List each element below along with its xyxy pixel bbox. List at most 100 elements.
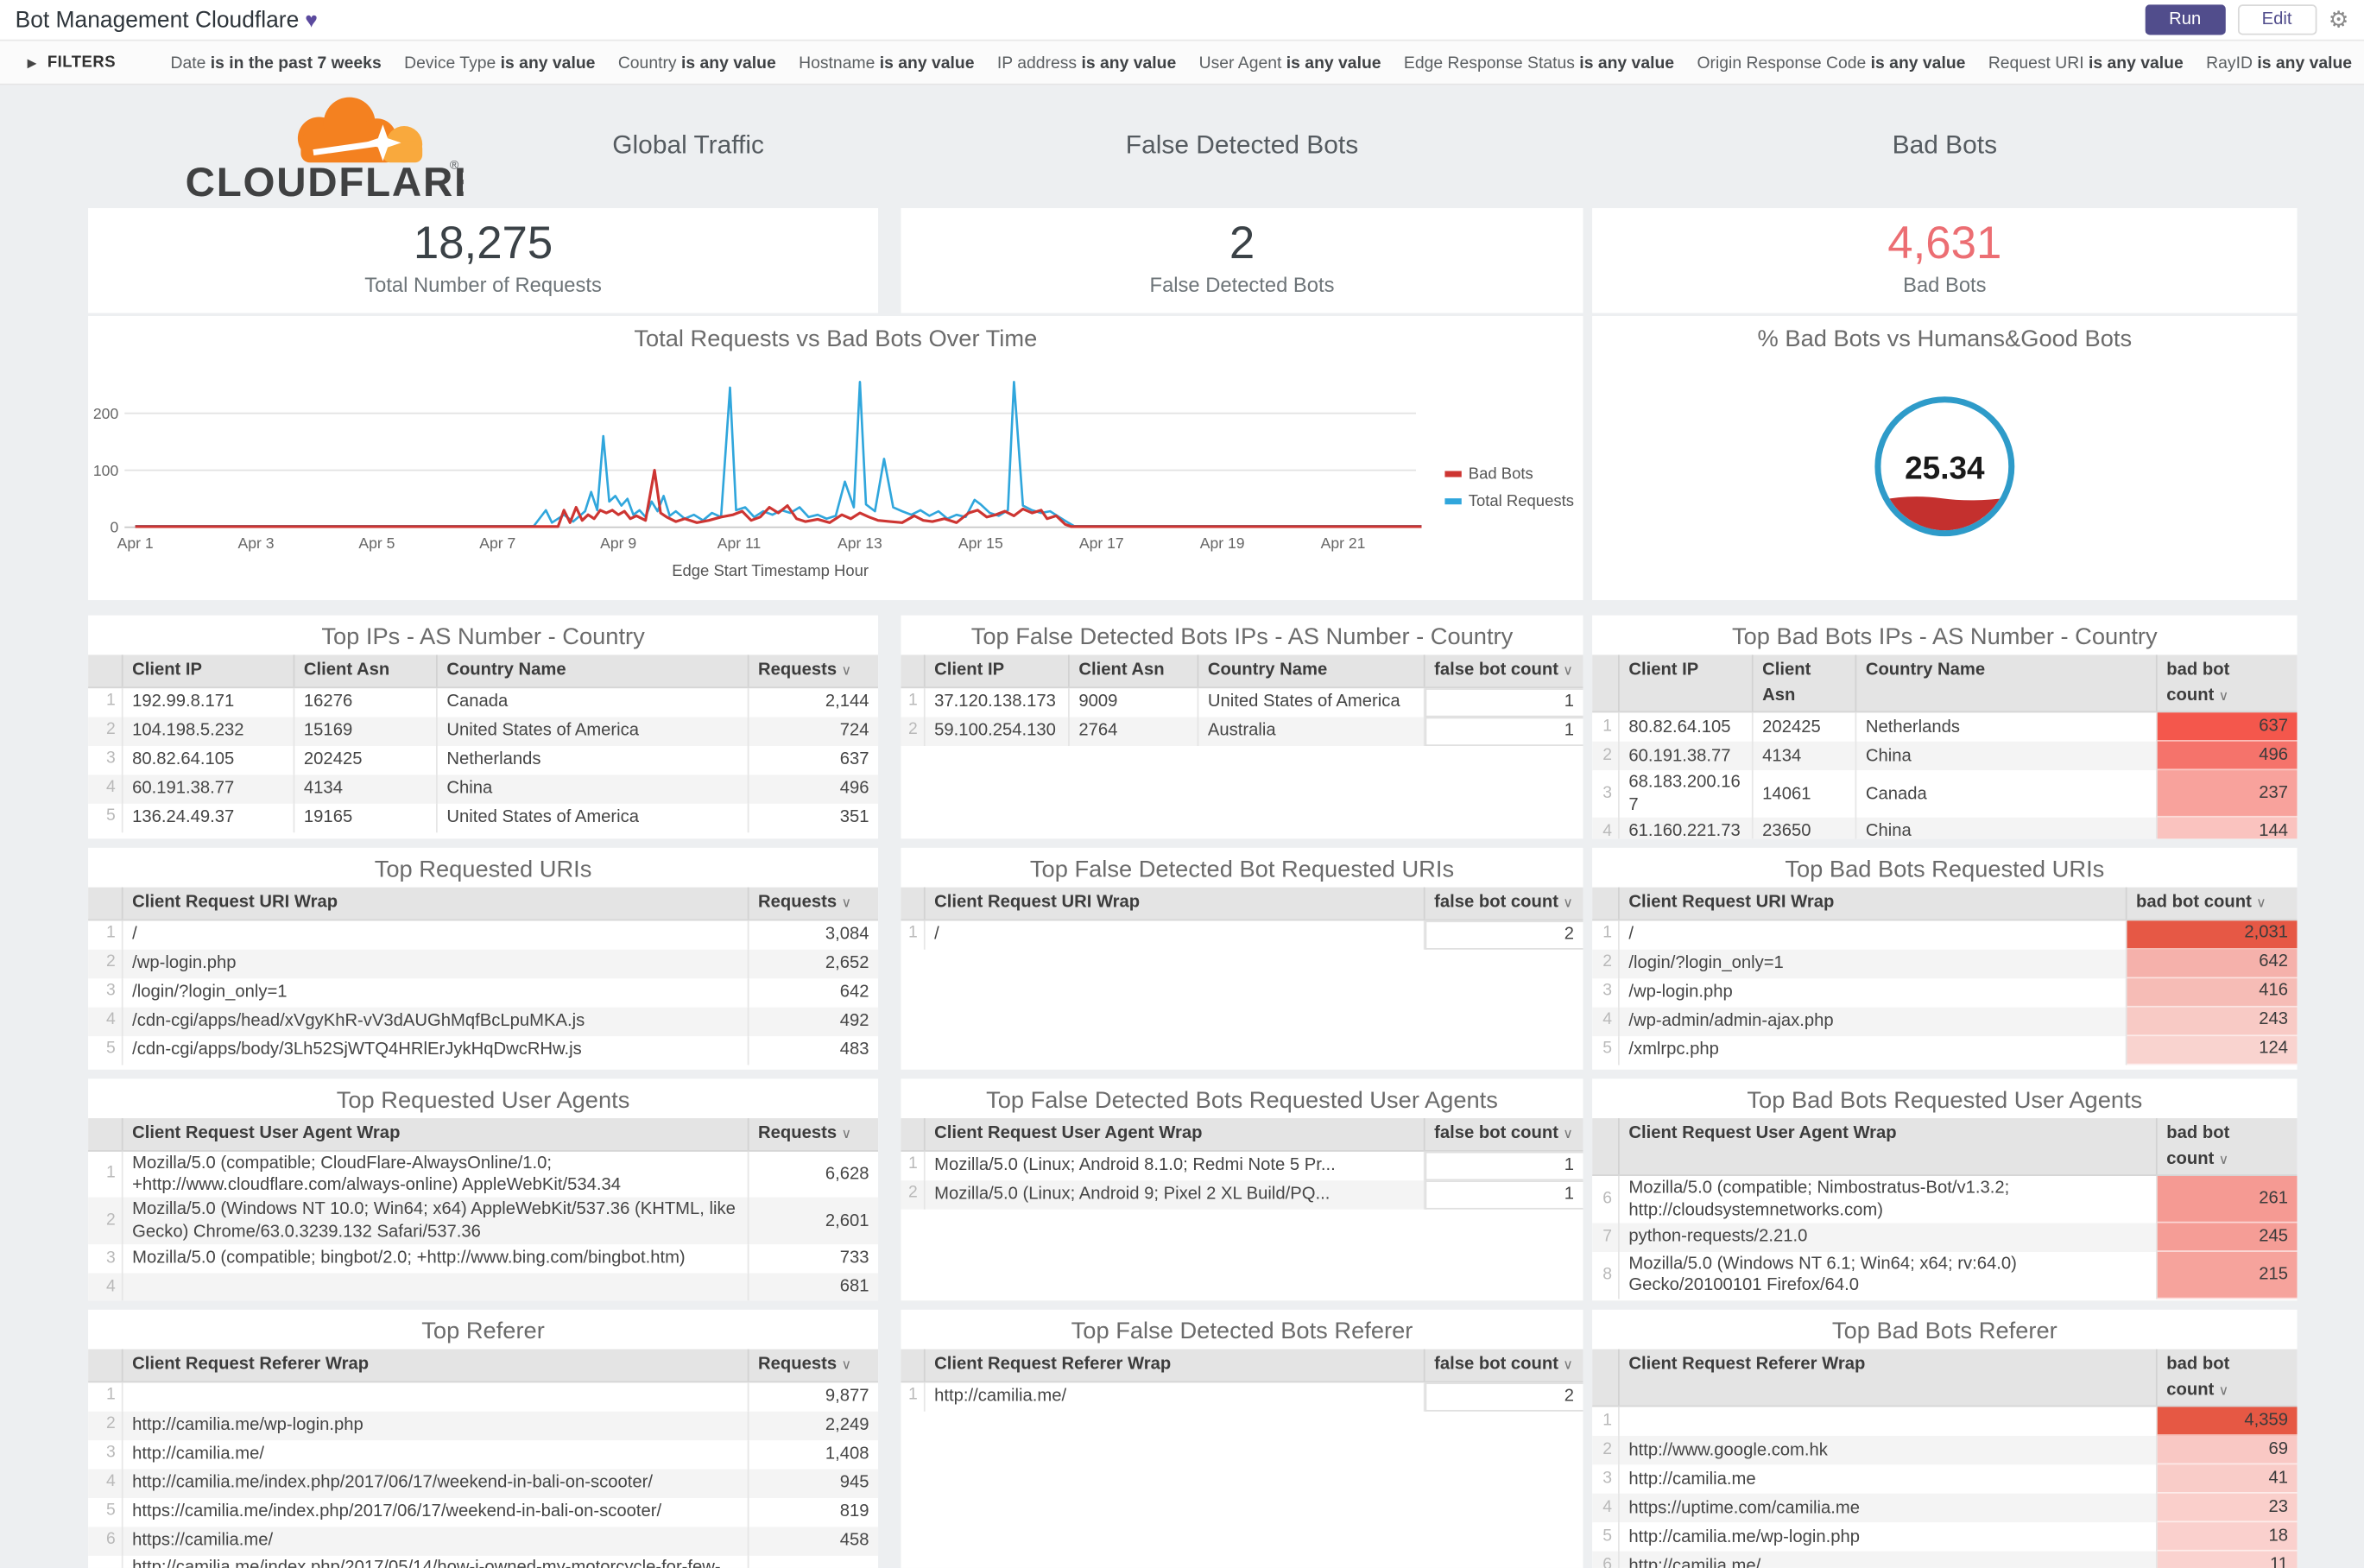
table-cell: http://camilia.me/wp-login.php <box>1620 1522 2158 1552</box>
table-row[interactable]: 3 80.82.64.105 202425 Netherlands 637 <box>88 745 878 775</box>
column-header[interactable]: Requests ∨ <box>749 1350 879 1381</box>
table-cell: 733 <box>839 1249 869 1268</box>
column-header[interactable]: Requests ∨ <box>749 1118 879 1149</box>
table-row[interactable]: 8 Mozilla/5.0 (Windows NT 6.1; Win64; x64… <box>1592 1252 2298 1299</box>
legend-item-bad-bots[interactable]: Bad Bots <box>1444 465 1574 484</box>
table-row[interactable]: 2 104.198.5.232 15169 United States of Amer… <box>88 716 879 746</box>
table-row[interactable]: 1 4,359 <box>1592 1407 2298 1437</box>
table-row[interactable]: 1/ 3,084 <box>88 920 878 950</box>
column-header[interactable]: bad bot count ∨ <box>2127 888 2297 919</box>
dashboard: Bot Management Cloudflare ♥ Run Edit ⚙ ▶… <box>0 0 2364 1568</box>
table-row[interactable]: 1 Mozilla/5.0 (Linux; Android 8.1.0; Redm… <box>901 1151 1583 1180</box>
table-row[interactable]: 6 http://camilia.me/11 <box>1592 1552 2298 1568</box>
table-row[interactable]: 3/wp-login.php 416 <box>1592 977 2298 1008</box>
filter-item[interactable]: Date is in the past 7 weeks <box>170 54 381 73</box>
table-row[interactable]: 4 http://camilia.me/index.php/2017/06/17/… <box>88 1468 879 1498</box>
table-row[interactable]: 7 python-requests/2.21.0 245 <box>1592 1223 2298 1253</box>
filter-item[interactable]: Device Type is any value <box>404 54 595 73</box>
table-row[interactable]: 1 http://camilia.me/2 <box>901 1381 1583 1412</box>
table-row[interactable]: 3 http://camilia.me/1,408 <box>88 1439 878 1469</box>
column-header[interactable]: Country Name <box>1198 654 1425 686</box>
table-row[interactable]: 5 136.24.49.37 19165 United States of Ameri… <box>88 803 878 832</box>
column-header[interactable]: Client Request User Agent Wrap <box>123 1118 749 1150</box>
column-header[interactable]: bad bot count ∨ <box>2158 1350 2298 1407</box>
table-row[interactable]: 5 https://camilia.me/index.php/2017/06/17… <box>88 1497 878 1527</box>
run-button[interactable]: Run <box>2144 4 2226 35</box>
column-header[interactable]: bad bot count ∨ <box>2158 1118 2298 1175</box>
table-row[interactable]: 2 Mozilla/5.0 (Windows NT 10.0; Win64; x6… <box>88 1198 879 1245</box>
table-header-row: Client IP Client Asn Country Name false bot… <box>901 654 1583 688</box>
table-row[interactable]: 4 681 <box>88 1273 879 1301</box>
column-header[interactable]: Client Request Referer Wrap <box>926 1349 1425 1381</box>
table-row[interactable]: 6 Mozilla/5.0 (compatible; Nimbostratus-B… <box>1592 1176 2298 1223</box>
table-row[interactable]: 1 80.82.64.105 202425 Netherlands 637 <box>1592 712 2298 743</box>
table-row[interactable]: 5/xmlrpc.php 124 <box>1592 1035 2298 1065</box>
column-header[interactable]: Client IP <box>123 654 295 686</box>
table-row[interactable]: 3 http://camilia.me 41 <box>1592 1464 2298 1495</box>
column-header[interactable]: Client Asn <box>1070 654 1199 686</box>
legend-item-total-requests[interactable]: Total Requests <box>1444 492 1574 510</box>
filter-item[interactable]: User Agent is any value <box>1199 54 1381 73</box>
column-header[interactable]: Country Name <box>438 654 749 686</box>
column-header[interactable]: false bot count ∨ <box>1425 654 1583 686</box>
column-header[interactable]: Requests ∨ <box>749 654 879 686</box>
timeseries-svg[interactable]: 0 100 200 Apr 1 Apr 3 Apr 5 Apr 7 Apr 9 Apr 11 Ap… <box>88 354 1583 597</box>
filter-item[interactable]: IP address is any value <box>997 54 1176 73</box>
column-header[interactable]: Client Request URI Wrap <box>926 887 1425 920</box>
table-row[interactable]: 2 Mozilla/5.0 (Linux; Android 9; Pixel 2 … <box>901 1179 1583 1210</box>
column-header[interactable]: Client Request Referer Wrap <box>1620 1349 2158 1407</box>
column-header[interactable]: false bot count ∨ <box>1425 1118 1583 1149</box>
column-header[interactable]: Client Request User Agent Wrap <box>1620 1118 2158 1175</box>
table-row[interactable]: 3 Mozilla/5.0 (compatible; bingbot/2.0; +… <box>88 1244 878 1274</box>
filter-item[interactable]: Request URI is any value <box>1988 54 2184 73</box>
column-header[interactable]: false bot count ∨ <box>1425 1350 1583 1381</box>
filter-item[interactable]: Edge Response Status is any value <box>1404 54 1674 73</box>
table-row[interactable]: 3/login/?login_only=1 642 <box>88 977 878 1008</box>
gear-icon[interactable]: ⚙ <box>2329 9 2349 31</box>
column-header[interactable]: false bot count ∨ <box>1425 888 1583 919</box>
table-row[interactable]: 4 61.160.221.73 23650 China 144 <box>1592 817 2298 839</box>
filters-label[interactable]: FILTERS <box>47 54 116 72</box>
column-header[interactable]: Client IP <box>1620 654 1754 712</box>
edit-button[interactable]: Edit <box>2237 4 2317 35</box>
table-row[interactable]: 2 59.100.254.130 2764 Australia 1 <box>901 716 1583 746</box>
column-header[interactable]: Requests ∨ <box>749 888 879 919</box>
table-row[interactable]: 1 192.99.8.171 16276 Canada 2,144 <box>88 687 878 717</box>
column-header[interactable]: Country Name <box>1856 654 2158 712</box>
column-header[interactable]: Client Asn <box>1754 654 1857 712</box>
column-header[interactable]: Client IP <box>926 654 1070 686</box>
filter-item[interactable]: Origin Response Code is any value <box>1697 54 1965 73</box>
table-row[interactable]: 4/cdn-cgi/apps/head/xVgyKhR-vV3dAUGhMqfB… <box>88 1007 879 1036</box>
column-header[interactable]: bad bot count ∨ <box>2158 654 2298 711</box>
column-header[interactable]: Client Asn <box>294 654 438 686</box>
table-row[interactable]: 1 37.120.138.173 9009 United States of Amer… <box>901 687 1583 717</box>
column-header[interactable]: Client Request User Agent Wrap <box>926 1118 1425 1150</box>
filter-item[interactable]: RayID is any value <box>2206 54 2352 73</box>
column-header[interactable]: Client Request URI Wrap <box>123 887 749 920</box>
table-row[interactable]: 2/login/?login_only=1 642 <box>1592 949 2298 978</box>
table-row[interactable]: 2 http://camilia.me/wp-login.php 2,249 <box>88 1411 879 1440</box>
table-row[interactable]: 2 http://www.google.com.hk 69 <box>1592 1436 2298 1465</box>
table-row[interactable]: 4/wp-admin/admin-ajax.php 243 <box>1592 1007 2298 1036</box>
filter-item[interactable]: Country is any value <box>618 54 776 73</box>
gauge-svg[interactable]: 25.34 <box>1592 357 2297 585</box>
table-row[interactable]: 4 60.191.38.77 4134 China 496 <box>88 774 879 804</box>
filters-expand-icon[interactable]: ▶ <box>28 55 37 69</box>
column-header[interactable]: Client Request Referer Wrap <box>123 1349 749 1381</box>
table-row[interactable]: 3 68.183.200.167 14061 Canada 237 <box>1592 770 2298 818</box>
table-row[interactable]: 5 http://camilia.me/wp-login.php 18 <box>1592 1522 2298 1552</box>
table-row[interactable]: 1 Mozilla/5.0 (compatible; CloudFlare-Alw… <box>88 1151 878 1198</box>
table-row[interactable]: 1/2,031 <box>1592 920 2298 950</box>
filter-item[interactable]: Hostname is any value <box>799 54 974 73</box>
table-row[interactable]: 7http://camilia.me/index.php/2017/05/14/… <box>88 1555 878 1568</box>
table-row[interactable]: 2/wp-login.php 2,652 <box>88 949 879 978</box>
table-row[interactable]: 4 https://uptime.com/camilia.me 23 <box>1592 1494 2298 1523</box>
table-cell: 642 <box>2127 949 2298 978</box>
table-row[interactable]: 1 9,877 <box>88 1381 878 1412</box>
column-header[interactable]: Client Request URI Wrap <box>1620 887 2127 920</box>
table-row[interactable]: 2 60.191.38.77 4134 China 496 <box>1592 742 2298 771</box>
table-row[interactable]: 6 https://camilia.me/458 <box>88 1526 879 1556</box>
table-row[interactable]: 5/cdn-cgi/apps/body/3Lh52SjWTQ4HRlErJykH… <box>88 1035 878 1065</box>
row-number-header <box>901 1349 926 1381</box>
table-row[interactable]: 1/2 <box>901 920 1583 950</box>
